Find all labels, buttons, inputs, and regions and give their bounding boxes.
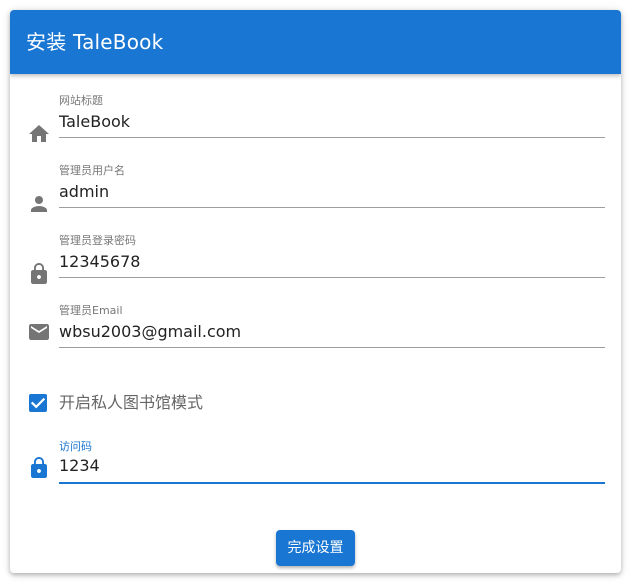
install-card: 安装 TaleBook 网站标题 TaleBook 管理员用户名 admin 管…	[10, 10, 621, 573]
lock-icon	[27, 456, 51, 480]
admin-email-field[interactable]: 管理员Email wbsu2003@gmail.com	[10, 304, 621, 364]
site-title-label: 网站标题	[59, 94, 103, 107]
admin-username-field[interactable]: 管理员用户名 admin	[10, 164, 621, 224]
access-code-field[interactable]: 访问码 1234	[10, 440, 621, 500]
page-title: 安装 TaleBook	[26, 30, 164, 54]
site-title-input[interactable]: TaleBook	[59, 111, 130, 133]
access-code-label: 访问码	[59, 440, 92, 453]
admin-password-field[interactable]: 管理员登录密码 12345678	[10, 234, 621, 294]
email-icon	[27, 320, 51, 344]
admin-email-underline	[59, 347, 605, 348]
admin-username-label: 管理员用户名	[59, 164, 125, 177]
site-title-underline	[59, 137, 605, 138]
site-title-field[interactable]: 网站标题 TaleBook	[10, 94, 621, 154]
admin-username-underline	[59, 207, 605, 208]
person-icon	[27, 192, 51, 216]
admin-password-label: 管理员登录密码	[59, 234, 136, 247]
admin-password-underline	[59, 277, 605, 278]
toolbar: 安装 TaleBook	[10, 10, 621, 74]
lock-icon	[27, 262, 51, 286]
private-mode-row[interactable]: 开启私人图书馆模式	[10, 390, 621, 416]
admin-username-input[interactable]: admin	[59, 181, 109, 203]
access-code-underline	[59, 482, 605, 484]
admin-email-label: 管理员Email	[59, 304, 123, 317]
private-mode-label[interactable]: 开启私人图书馆模式	[59, 392, 203, 414]
checkbox-checked-icon[interactable]	[29, 394, 47, 412]
admin-password-input[interactable]: 12345678	[59, 251, 140, 273]
admin-email-input[interactable]: wbsu2003@gmail.com	[59, 321, 241, 343]
access-code-input[interactable]: 1234	[59, 455, 100, 477]
finish-setup-button[interactable]: 完成设置	[276, 530, 355, 566]
home-icon	[27, 122, 51, 146]
